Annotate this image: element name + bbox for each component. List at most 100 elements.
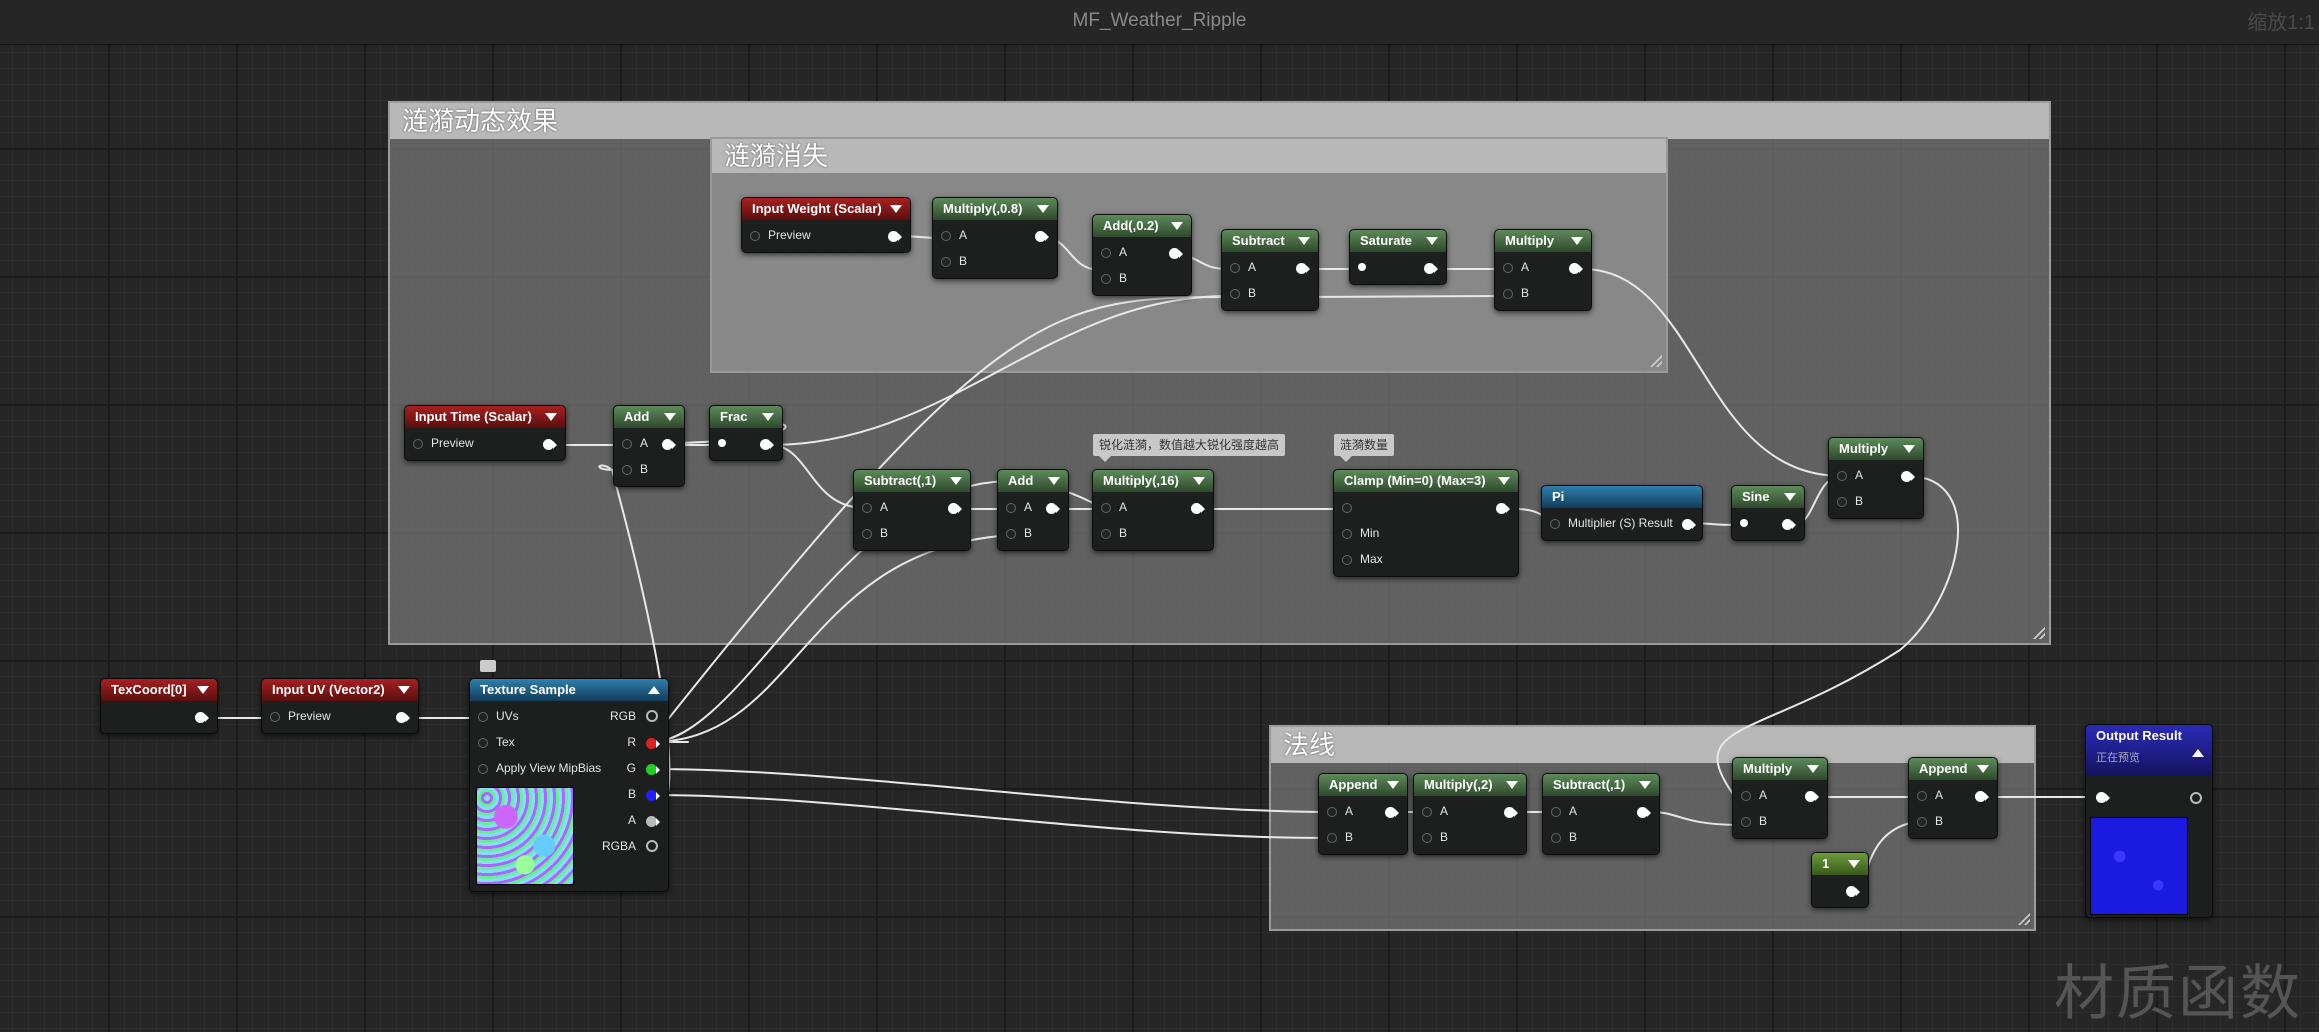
input-pin-icon[interactable]: [1342, 555, 1352, 565]
output-pin-g-icon[interactable]: [646, 764, 660, 775]
output-pin-icon[interactable]: [760, 439, 774, 450]
node-sine[interactable]: Sine: [1731, 485, 1805, 541]
collapse-arrow-icon[interactable]: [1506, 781, 1518, 789]
node-multiply-08[interactable]: Multiply(,0.8) A B: [932, 197, 1058, 279]
collapse-arrow-icon[interactable]: [950, 477, 962, 485]
node-saturate[interactable]: Saturate: [1349, 229, 1447, 285]
node-input-uv[interactable]: Input UV (Vector2) Preview: [261, 678, 419, 734]
pin-b[interactable]: B: [1837, 494, 1863, 508]
input-pin-icon[interactable]: [622, 439, 632, 449]
output-pin-r-icon[interactable]: [646, 738, 660, 749]
node-texture-sample[interactable]: Texture Sample UVs Tex Apply View MipBia…: [469, 678, 669, 892]
pin-max[interactable]: Max: [1342, 552, 1383, 566]
output-pin-icon[interactable]: [888, 231, 902, 242]
collapse-arrow-icon[interactable]: [664, 413, 676, 421]
input-pin-icon[interactable]: [1550, 519, 1560, 529]
pin-b[interactable]: B: [941, 254, 967, 268]
input-pin-icon[interactable]: [1101, 529, 1111, 539]
collapse-arrow-icon[interactable]: [762, 413, 774, 421]
input-pin-icon[interactable]: [1230, 263, 1240, 273]
node-subtract-1[interactable]: Subtract(,1) A B: [853, 469, 971, 551]
input-pin-icon[interactable]: [1837, 497, 1847, 507]
output-pin-rgb-icon[interactable]: [646, 710, 658, 722]
output-pin-icon[interactable]: [1805, 791, 1819, 802]
pin-preview[interactable]: Preview: [750, 228, 811, 242]
output-pin-icon[interactable]: [195, 712, 209, 723]
input-pin-icon[interactable]: [1101, 503, 1111, 513]
input-pin-icon[interactable]: [1917, 791, 1927, 801]
output-pin-icon[interactable]: [1637, 807, 1651, 818]
input-pin-icon[interactable]: [718, 439, 726, 447]
pin-b[interactable]: B: [1422, 830, 1448, 844]
pin-a[interactable]: A: [1006, 500, 1032, 514]
collapse-arrow-icon[interactable]: [197, 686, 209, 694]
input-pin-icon[interactable]: [270, 712, 280, 722]
input-pin-icon[interactable]: [941, 257, 951, 267]
pin-a[interactable]: A: [862, 500, 888, 514]
input-pin-icon[interactable]: [1006, 503, 1016, 513]
output-pin-icon[interactable]: [1901, 471, 1915, 482]
pin-a[interactable]: A: [1422, 804, 1448, 818]
node-multiply-2[interactable]: Multiply(,2) A B: [1413, 773, 1527, 855]
output-pin-icon[interactable]: [1975, 791, 1989, 802]
input-pin-icon[interactable]: [413, 439, 423, 449]
node-input-time[interactable]: Input Time (Scalar) Preview: [404, 405, 566, 461]
output-pin-icon[interactable]: [1782, 519, 1796, 530]
pin-a[interactable]: A: [1741, 788, 1767, 802]
pin-a[interactable]: A: [1101, 500, 1127, 514]
pin-a[interactable]: A: [622, 436, 648, 450]
pin-a[interactable]: A: [1917, 788, 1943, 802]
node-multiply-right[interactable]: Multiply A B: [1828, 437, 1924, 519]
pin-b[interactable]: B: [1006, 526, 1032, 540]
input-pin-icon[interactable]: [862, 503, 872, 513]
node-constant-1[interactable]: 1: [1811, 852, 1869, 908]
input-pin-icon[interactable]: [1342, 503, 1352, 513]
node-multiply-normal[interactable]: Multiply A B: [1732, 757, 1828, 839]
collapse-arrow-icon[interactable]: [1193, 477, 1205, 485]
output-pin-icon[interactable]: [1035, 231, 1049, 242]
node-subtract[interactable]: Subtract A B: [1221, 229, 1319, 311]
pin-b[interactable]: B: [622, 462, 648, 476]
pin-a[interactable]: A: [1551, 804, 1577, 818]
input-pin-icon[interactable]: [1422, 807, 1432, 817]
node-add-time[interactable]: Add A B: [613, 405, 685, 487]
node-frac[interactable]: Frac: [709, 405, 783, 461]
output-pin-icon[interactable]: [543, 439, 557, 450]
collapse-arrow-icon[interactable]: [2192, 749, 2204, 757]
node-pi[interactable]: Pi Multiplier (S) Result: [1541, 485, 1703, 541]
node-append-1[interactable]: Append A B: [1318, 773, 1408, 855]
node-texcoord[interactable]: TexCoord[0]: [100, 678, 218, 734]
input-pin-icon[interactable]: [941, 231, 951, 241]
pin-b[interactable]: B: [862, 526, 888, 540]
output-pin-icon[interactable]: [1504, 807, 1518, 818]
input-pin-icon[interactable]: [1358, 263, 1366, 271]
pin-a[interactable]: A: [1327, 804, 1353, 818]
input-pin-icon[interactable]: [1327, 833, 1337, 843]
collapse-arrow-icon[interactable]: [1639, 781, 1651, 789]
pin-multiplier[interactable]: Multiplier (S) Result: [1550, 516, 1673, 530]
pin-b[interactable]: B: [1551, 830, 1577, 844]
node-output-result[interactable]: Output Result 正在预览: [2085, 724, 2213, 918]
collapse-arrow-icon[interactable]: [1784, 493, 1796, 501]
output-pin-icon[interactable]: [1496, 503, 1510, 514]
input-pin-icon[interactable]: [1327, 807, 1337, 817]
pin-b[interactable]: B: [1230, 286, 1256, 300]
output-pin-icon[interactable]: [1191, 503, 1205, 514]
comment-bubble-icon[interactable]: [480, 660, 496, 672]
input-pin-icon[interactable]: [1503, 289, 1513, 299]
output-pin-icon[interactable]: [948, 503, 962, 514]
collapse-arrow-icon[interactable]: [1977, 765, 1989, 773]
node-clamp[interactable]: Clamp (Min=0) (Max=3) Min Max: [1333, 469, 1519, 577]
input-pin-icon[interactable]: [2096, 792, 2110, 803]
pin-preview[interactable]: Preview: [413, 436, 474, 450]
output-pin-icon[interactable]: [1169, 248, 1183, 259]
node-subtract-n1[interactable]: Subtract(,1) A B: [1542, 773, 1660, 855]
pin-b[interactable]: B: [1741, 814, 1767, 828]
pin-mipbias[interactable]: Apply View MipBias: [478, 761, 601, 775]
collapse-arrow-icon[interactable]: [1903, 445, 1915, 453]
input-pin-icon[interactable]: [622, 465, 632, 475]
input-pin-icon[interactable]: [1006, 529, 1016, 539]
collapse-arrow-icon[interactable]: [648, 686, 660, 694]
input-pin-icon[interactable]: [1551, 833, 1561, 843]
input-pin-icon[interactable]: [1422, 833, 1432, 843]
